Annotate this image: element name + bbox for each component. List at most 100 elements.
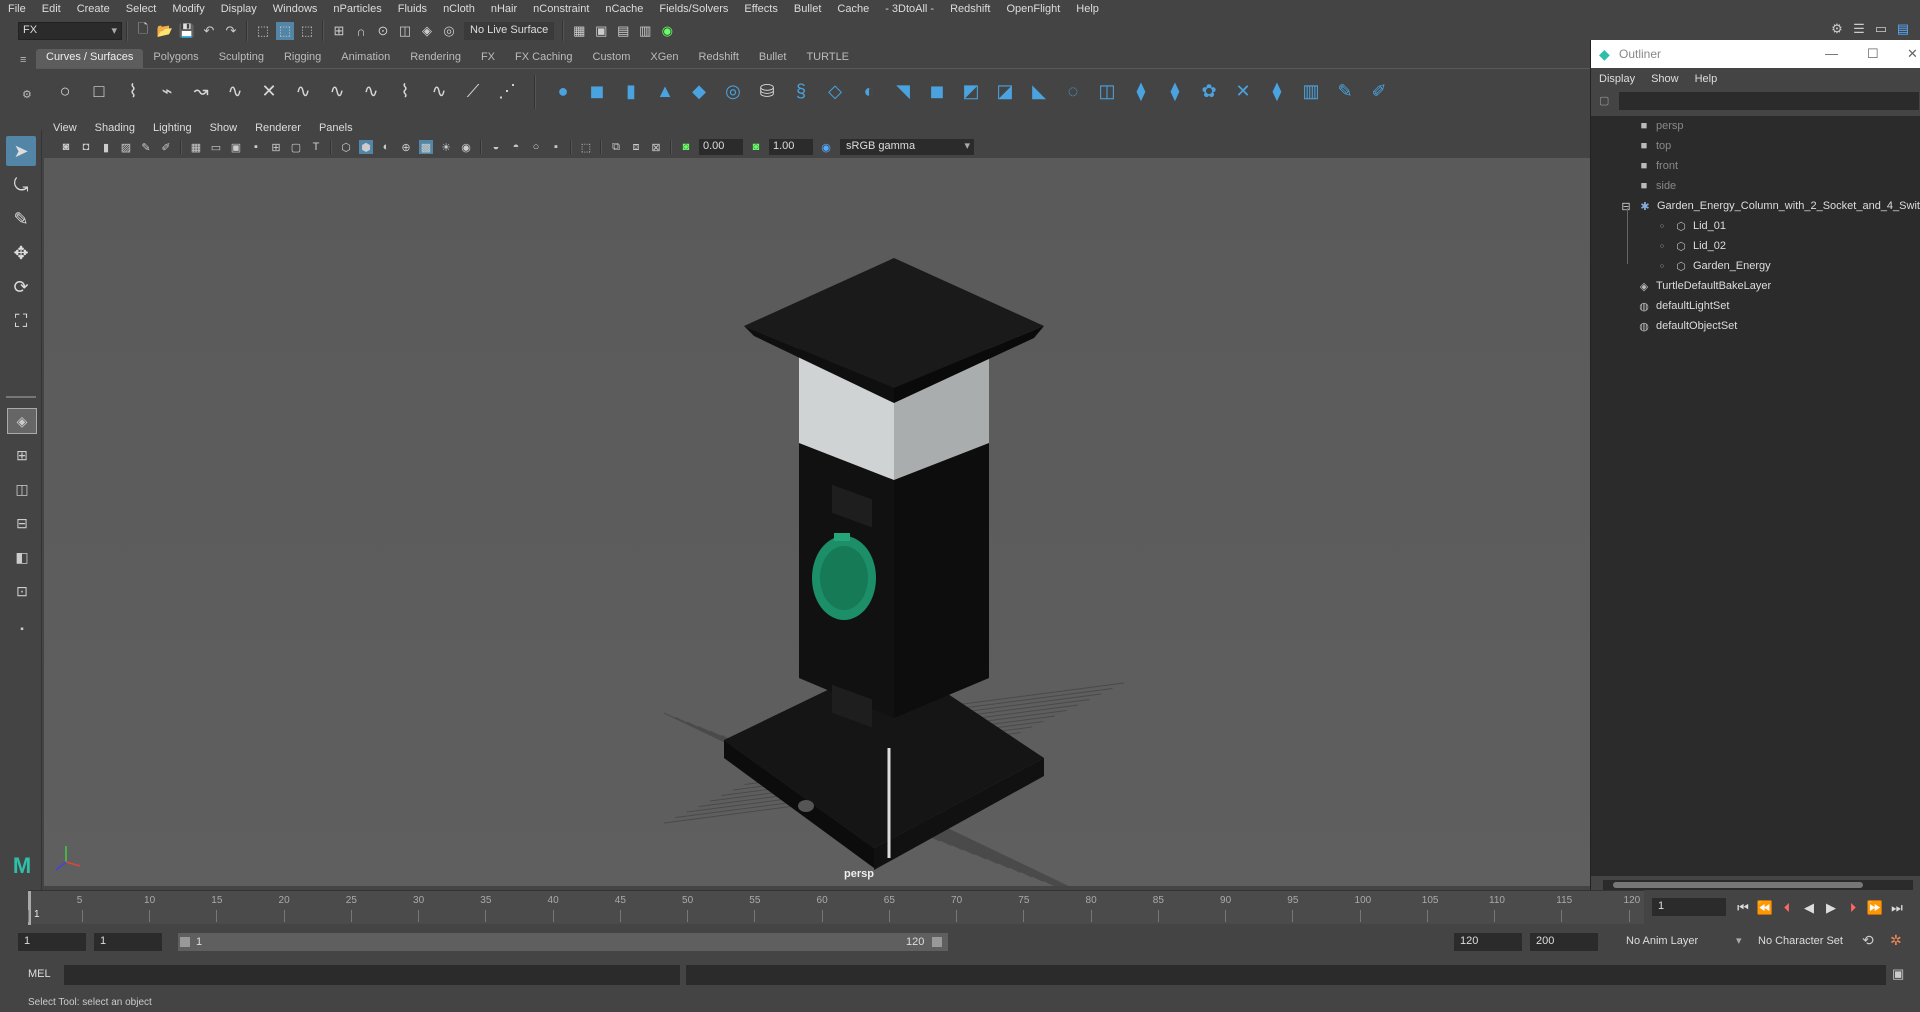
single-perspective-layout-icon[interactable]: ◈ xyxy=(7,408,37,434)
safe-title-icon[interactable]: T xyxy=(309,140,323,154)
play-backwards-icon[interactable]: ◀ xyxy=(1798,900,1820,916)
use-default-material-icon[interactable]: ◐ xyxy=(379,140,393,154)
shelf-tab-sculpting[interactable]: Sculpting xyxy=(208,49,274,68)
outliner-menu-show[interactable]: Show xyxy=(1643,73,1687,85)
select-object-icon[interactable]: ⬚ xyxy=(276,22,294,40)
gamma-field[interactable]: 1.00 xyxy=(769,139,813,155)
range-end-handle[interactable] xyxy=(932,937,942,947)
nurbs-plane-icon[interactable]: ◆ xyxy=(686,79,712,105)
exposure-icon[interactable]: ◙ xyxy=(679,140,693,154)
snap-curve-icon[interactable]: ∩ xyxy=(352,22,370,40)
xray-icon[interactable]: ⧉ xyxy=(609,140,623,154)
arc-tool-icon[interactable]: ✕ xyxy=(256,79,282,105)
four-view-layout-icon[interactable]: ⊞ xyxy=(7,442,37,468)
menu-display[interactable]: Display xyxy=(213,3,265,15)
birail-icon[interactable]: ◥ xyxy=(890,79,916,105)
toggle-attribute-editor-icon[interactable]: ☰ xyxy=(1850,20,1868,38)
lasso-tool-icon[interactable]: ⤿ xyxy=(6,170,36,200)
collapse-icon[interactable]: ⊟ xyxy=(1619,199,1633,213)
motion-blur-icon[interactable]: ◓ xyxy=(509,140,523,154)
menu-ncache[interactable]: nCache xyxy=(597,3,651,15)
range-start-handle[interactable] xyxy=(180,937,190,947)
outliner-menu-help[interactable]: Help xyxy=(1687,73,1726,85)
detach-curves-icon[interactable]: ∿ xyxy=(324,79,350,105)
pencil-curve-icon[interactable]: ∿ xyxy=(222,79,248,105)
menu-help[interactable]: Help xyxy=(1068,3,1107,15)
time-ruler[interactable]: 1 5 10 15 20 25 30 35 40 45 50 55 60 65 70 75 80 85 90 95 1… xyxy=(28,890,1644,925)
camera-select-icon[interactable]: ◙ xyxy=(59,140,73,154)
use-all-lights-icon[interactable]: ☀ xyxy=(439,140,453,154)
surface-edit-icon[interactable]: ✐ xyxy=(1366,79,1392,105)
menu-effects[interactable]: Effects xyxy=(736,3,785,15)
perspective-viewport[interactable]: persp xyxy=(44,158,1590,886)
menu-3dtoall[interactable]: - 3DtoAll - xyxy=(877,3,942,15)
color-management-icon[interactable]: ◉ xyxy=(819,140,833,154)
menu-fluids[interactable]: Fluids xyxy=(390,3,435,15)
panel-menu-shading[interactable]: Shading xyxy=(86,122,144,134)
shelf-menu-icon[interactable]: ≡ xyxy=(20,54,26,66)
shelf-tab-turtle[interactable]: TURTLE xyxy=(796,49,860,68)
render-settings-icon[interactable]: ▦ xyxy=(570,22,588,40)
persp-graph-layout-icon[interactable]: ⊟ xyxy=(7,510,37,536)
rotate-tool-icon[interactable]: ⟳ xyxy=(6,272,36,302)
playback-end-field[interactable]: 120 xyxy=(1454,933,1522,951)
untrim-icon[interactable]: ⧫ xyxy=(1128,79,1154,105)
playback-range-slider[interactable]: 1 120 xyxy=(178,933,948,951)
go-to-start-icon[interactable]: ⏮ xyxy=(1732,900,1754,916)
toggle-channel-box-icon[interactable]: ▤ xyxy=(1894,20,1912,38)
outliner-item[interactable]: ◍ defaultLightSet xyxy=(1637,296,1729,316)
animation-start-field[interactable]: 1 xyxy=(18,933,86,951)
shelf-tab-rendering[interactable]: Rendering xyxy=(400,49,471,68)
playback-start-field[interactable]: 1 xyxy=(94,933,162,951)
outliner-item[interactable]: ○ ⬡ Lid_02 xyxy=(1655,236,1726,256)
trim-tool-icon[interactable]: ◫ xyxy=(1094,79,1120,105)
panel-menu-panels[interactable]: Panels xyxy=(310,122,362,134)
anim-preferences-icon[interactable]: ✲ xyxy=(1890,932,1902,949)
move-tool-icon[interactable]: ✥ xyxy=(6,238,36,268)
square-surface-icon[interactable]: ◩ xyxy=(958,79,984,105)
snap-live-icon[interactable]: ◎ xyxy=(440,22,458,40)
hypershade-icon[interactable]: ◉ xyxy=(658,22,676,40)
boundary-icon[interactable]: ◼ xyxy=(924,79,950,105)
xray-joints-icon[interactable]: ⧈ xyxy=(629,140,643,154)
select-tool-icon[interactable]: ➤ xyxy=(6,136,36,166)
step-forward-key-icon[interactable]: ⏩ xyxy=(1864,900,1886,916)
snap-view-plane-icon[interactable]: ◫ xyxy=(396,22,414,40)
add-points-icon[interactable]: ⋰ xyxy=(494,79,520,105)
open-scene-icon[interactable]: 📂 xyxy=(156,22,174,40)
nurbs-cone-icon[interactable]: ▲ xyxy=(652,79,678,105)
render-view-icon[interactable]: ▥ xyxy=(636,22,654,40)
project-curve-icon[interactable]: ◌ xyxy=(1060,79,1086,105)
anti-aliasing-icon[interactable]: ○ xyxy=(529,140,543,154)
isolate-select-icon[interactable]: ⬚ xyxy=(579,140,593,154)
undo-icon[interactable]: ↶ xyxy=(200,22,218,40)
safe-action-icon[interactable]: ▢ xyxy=(289,140,303,154)
shelf-tab-xgen[interactable]: XGen xyxy=(640,49,689,68)
view-transform-dropdown[interactable]: sRGB gamma xyxy=(840,139,974,155)
gamma-icon[interactable]: ◙ xyxy=(749,140,763,154)
menu-select[interactable]: Select xyxy=(118,3,165,15)
menu-cache[interactable]: Cache xyxy=(829,3,877,15)
scale-tool-icon[interactable]: ⛶ xyxy=(6,306,36,336)
resolution-gate-icon[interactable]: ▣ xyxy=(229,140,243,154)
shelf-tab-custom[interactable]: Custom xyxy=(582,49,641,68)
textured-icon[interactable]: ▩ xyxy=(419,140,433,154)
shelf-settings-icon[interactable]: ⚙ xyxy=(22,88,32,101)
outliner-item[interactable]: ◈ TurtleDefaultBakeLayer xyxy=(1637,276,1771,296)
intersect-surfaces-icon[interactable]: ◣ xyxy=(1026,79,1052,105)
toggle-tool-settings-icon[interactable]: ▭ xyxy=(1872,20,1890,38)
shelf-tab-polygons[interactable]: Polygons xyxy=(143,49,209,68)
new-scene-icon[interactable]: 🗋 xyxy=(134,21,152,40)
smooth-shade-icon[interactable]: ⬢ xyxy=(359,140,373,154)
planar-icon[interactable]: ◇ xyxy=(822,79,848,105)
menu-modify[interactable]: Modify xyxy=(164,3,212,15)
nurbs-square-icon[interactable]: □ xyxy=(86,79,112,105)
snap-surface-icon[interactable]: ◈ xyxy=(418,22,436,40)
outliner-item[interactable]: ■ top xyxy=(1637,136,1672,156)
ep-curve-icon[interactable]: ⌁ xyxy=(154,79,180,105)
loft-icon[interactable]: § xyxy=(788,79,814,105)
grease-pencil-icon[interactable]: ✐ xyxy=(159,140,173,154)
nurbs-cube-icon[interactable]: ◼ xyxy=(584,79,610,105)
maximize-icon[interactable]: ☐ xyxy=(1867,46,1879,62)
menu-windows[interactable]: Windows xyxy=(265,3,326,15)
